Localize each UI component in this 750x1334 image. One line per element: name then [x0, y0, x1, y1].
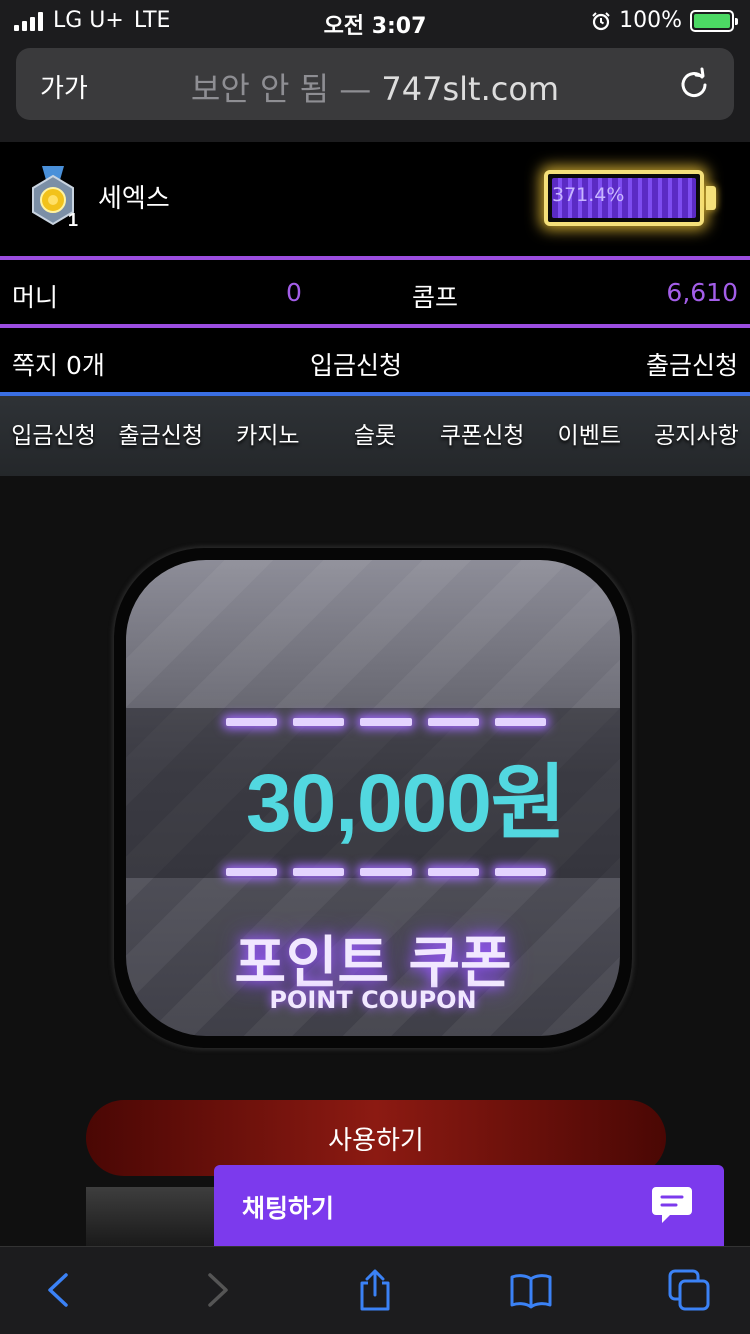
coupon-dashes-top	[226, 718, 547, 726]
chat-label: 채팅하기	[242, 1194, 335, 1223]
medal-level: 1	[68, 210, 78, 230]
coupon-amount: 30,000원	[246, 758, 566, 849]
menu-item-coupon[interactable]: 쿠폰신청	[429, 396, 536, 476]
coupon-subtitle: POINT COUPON	[269, 986, 477, 1014]
quick-links-row: 쪽지 0개 입금신청 출금신청	[0, 328, 750, 392]
forward-icon[interactable]	[194, 1267, 240, 1313]
withdraw-link[interactable]: 출금신청	[646, 346, 738, 382]
share-icon[interactable]	[352, 1267, 398, 1313]
menu-item-withdraw[interactable]: 출금신청	[107, 396, 214, 476]
coupon-card[interactable]: 30,000원 포인트 쿠폰 POINT COUPON	[126, 560, 620, 1036]
coupon-dashes-bottom	[226, 868, 547, 876]
browser-header: 가가 보안 안 됨 — 747slt.com	[0, 40, 750, 142]
insecure-label: 보안 안 됨	[190, 70, 330, 108]
chat-bubble-icon	[652, 1187, 692, 1223]
reload-icon[interactable]	[676, 66, 712, 102]
money-label: 머니	[12, 283, 59, 312]
menu-item-event[interactable]: 이벤트	[536, 396, 643, 476]
address-bar[interactable]: 가가 보안 안 됨 — 747slt.com	[16, 48, 734, 120]
battery-icon	[690, 9, 738, 32]
balance-row: 머니 0 콤프 6,610	[0, 260, 750, 324]
browser-toolbar	[0, 1246, 750, 1334]
main-menu: 입금신청 출금신청 카지노 슬롯 쿠폰신청 이벤트 공지사항	[0, 396, 750, 476]
medal-icon: 1	[32, 166, 78, 230]
alarm-icon	[592, 11, 610, 30]
level-progress-label: 371.4%	[552, 184, 625, 206]
url-text[interactable]: 보안 안 됨 — 747slt.com	[16, 64, 734, 110]
level-progress-battery: 371.4%	[544, 170, 716, 226]
status-bar: LG U+ LTE 오전 3:07 100%	[0, 0, 750, 40]
url-separator: —	[339, 70, 372, 108]
user-header: 1 세엑스 371.4%	[0, 142, 750, 256]
comp-value: 6,610	[666, 278, 738, 307]
bookmarks-icon[interactable]	[508, 1267, 554, 1313]
menu-item-slot[interactable]: 슬롯	[321, 396, 428, 476]
back-icon[interactable]	[36, 1267, 82, 1313]
messages-link[interactable]: 쪽지 0개	[12, 346, 105, 382]
username: 세엑스	[98, 184, 170, 214]
comp-label: 콤프	[412, 283, 459, 312]
chat-button[interactable]: 채팅하기	[214, 1165, 724, 1246]
coupon-card-frame: 30,000원 포인트 쿠폰 POINT COUPON	[114, 548, 632, 1048]
deposit-link[interactable]: 입금신청	[310, 346, 402, 382]
gray-strip	[86, 1187, 216, 1246]
menu-item-casino[interactable]: 카지노	[214, 396, 321, 476]
coupon-content: 30,000원 포인트 쿠폰 POINT COUPON 사용하기	[0, 476, 750, 1246]
menu-item-notice[interactable]: 공지사항	[643, 396, 750, 476]
menu-item-deposit[interactable]: 입금신청	[0, 396, 107, 476]
money-value: 0	[286, 278, 302, 307]
battery-percent: 100%	[619, 8, 682, 33]
domain-label: 747slt.com	[381, 70, 560, 108]
tabs-icon[interactable]	[666, 1267, 712, 1313]
